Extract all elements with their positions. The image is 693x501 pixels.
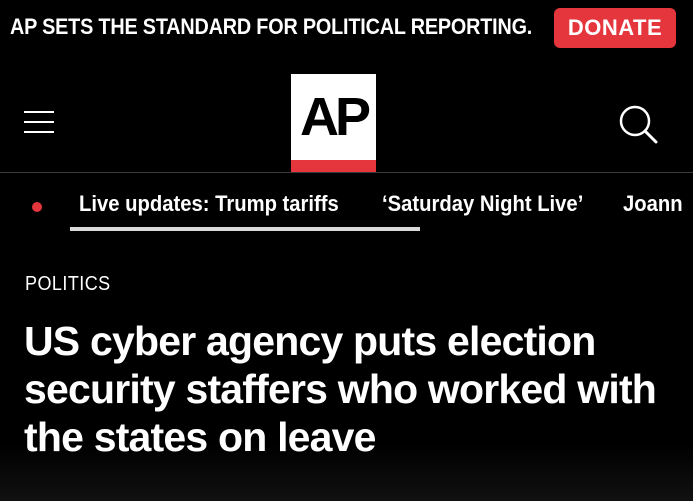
section-label[interactable]: POLITICS <box>25 273 111 296</box>
nav-item-joann[interactable]: Joann <box>623 191 683 217</box>
live-indicator-dot <box>32 202 42 212</box>
ap-logo[interactable]: AP <box>291 74 376 172</box>
active-nav-underline <box>70 227 420 231</box>
trending-nav: Live updates: Trump tariffs ‘Saturday Ni… <box>0 173 693 243</box>
article-headline: US cyber agency puts election security s… <box>24 318 657 460</box>
nav-item-live-updates-trump-tariffs[interactable]: Live updates: Trump tariffs <box>79 191 339 217</box>
logo-text: AP <box>299 87 371 147</box>
search-icon[interactable] <box>618 104 658 144</box>
nav-item-saturday-night-live[interactable]: ‘Saturday Night Live’ <box>382 191 583 217</box>
hamburger-menu-icon[interactable] <box>24 111 54 133</box>
site-header: AP <box>0 58 693 173</box>
logo-red-bar <box>291 160 376 172</box>
promo-banner: AP SETS THE STANDARD FOR POLITICAL REPOR… <box>0 0 693 58</box>
promo-text: AP SETS THE STANDARD FOR POLITICAL REPOR… <box>10 14 533 39</box>
article-header: POLITICS US cyber agency puts election s… <box>0 243 693 501</box>
donate-button[interactable]: DONATE <box>554 8 676 48</box>
